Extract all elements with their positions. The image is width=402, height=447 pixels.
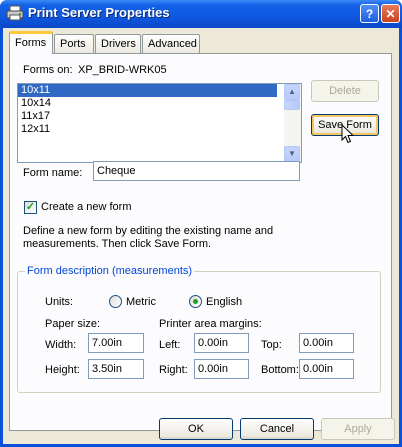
english-radio[interactable] (189, 295, 202, 308)
list-item[interactable]: 10x14 (18, 97, 277, 110)
metric-radio[interactable] (109, 295, 122, 308)
top-margin-field[interactable]: 0.00in (299, 333, 354, 353)
form-name-field[interactable]: Cheque (93, 161, 300, 181)
window-title: Print Server Properties (28, 5, 170, 20)
forms-list[interactable]: 10x11 10x14 11x17 12x11 ▲ ▼ (17, 83, 302, 163)
forms-on-label: Forms on: (23, 64, 73, 76)
cancel-button[interactable]: Cancel (240, 418, 314, 440)
paper-size-label: Paper size: (45, 318, 101, 330)
tab-ports-label: Ports (60, 38, 86, 50)
create-new-form-checkbox[interactable]: ✓ (24, 201, 37, 214)
width-label: Width: (45, 339, 77, 351)
mouse-pointer-icon (341, 124, 355, 144)
tab-forms-label: Forms (15, 37, 47, 49)
create-new-form-label[interactable]: Create a new form (41, 201, 131, 213)
metric-label[interactable]: Metric (126, 296, 156, 308)
scroll-thumb[interactable] (284, 100, 300, 110)
list-item[interactable]: 12x11 (18, 123, 277, 136)
tab-drivers-label: Drivers (101, 38, 136, 50)
apply-button[interactable]: Apply (321, 418, 395, 440)
help-icon: ? (365, 7, 374, 21)
form-name-label: Form name: (23, 167, 83, 179)
list-item[interactable]: 10x11 (18, 84, 277, 97)
scroll-down-button[interactable]: ▼ (284, 146, 300, 162)
help-button[interactable]: ? (360, 4, 379, 23)
ok-button[interactable]: OK (159, 418, 233, 440)
tab-forms[interactable]: Forms (9, 31, 53, 54)
tab-ports[interactable]: Ports (54, 34, 94, 53)
dialog-client-area: Forms Ports Drivers Advanced Forms on: X… (3, 28, 399, 444)
instructions-line2: measurements. Then click Save Form. (23, 238, 212, 250)
english-label[interactable]: English (206, 296, 242, 308)
printer-icon (6, 5, 24, 21)
height-label: Height: (45, 364, 80, 376)
top-margin-label: Top: (261, 339, 282, 351)
title-bar[interactable]: Print Server Properties ? ✕ (0, 0, 402, 28)
server-name: XP_BRID-WRK05 (78, 64, 167, 76)
right-margin-label: Right: (159, 364, 188, 376)
scroll-up-button[interactable]: ▲ (284, 84, 300, 100)
tab-drivers[interactable]: Drivers (95, 34, 141, 53)
bottom-margin-field[interactable]: 0.00in (299, 359, 354, 379)
height-field[interactable]: 3.50in (88, 359, 144, 379)
print-server-properties-window: Print Server Properties ? ✕ Forms Ports … (0, 0, 402, 447)
close-button[interactable]: ✕ (381, 4, 400, 23)
width-field[interactable]: 7.00in (88, 333, 144, 353)
forms-list-scrollbar[interactable]: ▲ ▼ (284, 84, 301, 162)
group-title: Form description (measurements) (25, 265, 195, 277)
units-label: Units: (45, 296, 74, 308)
list-item[interactable]: 11x17 (18, 110, 277, 123)
delete-button[interactable]: Delete (311, 80, 379, 102)
instructions-line1: Define a new form by editing the existin… (23, 225, 274, 237)
tab-advanced[interactable]: Advanced (142, 34, 200, 53)
left-margin-label: Left: (159, 339, 181, 351)
left-margin-field[interactable]: 0.00in (194, 333, 249, 353)
right-margin-field[interactable]: 0.00in (194, 359, 249, 379)
radio-selected-dot (193, 299, 198, 304)
printer-margins-label: Printer area margins: (159, 318, 262, 330)
bottom-margin-label: Bottom: (261, 364, 299, 376)
close-icon: ✕ (385, 7, 396, 21)
tab-advanced-label: Advanced (148, 38, 197, 50)
